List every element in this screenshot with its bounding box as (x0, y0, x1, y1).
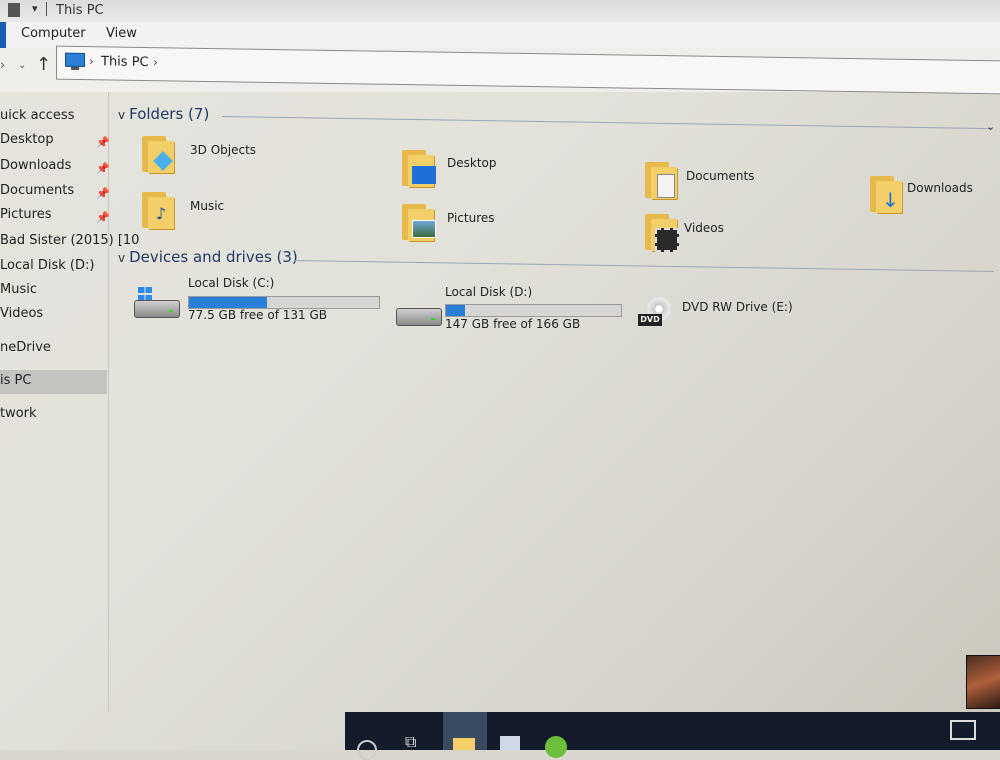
content-pane: v Folders (7) ⌄ 3D Objects Desktop Docume… (110, 92, 1000, 712)
recent-locations-chevron-icon[interactable]: ⌄ (18, 60, 26, 71)
sidebar-item-videos[interactable]: Videos (0, 306, 43, 321)
action-center-icon[interactable] (950, 720, 976, 740)
taskbar: ⧉ (345, 712, 1000, 760)
documents-folder-icon[interactable] (645, 162, 679, 199)
search-icon[interactable] (357, 740, 377, 760)
pictures-folder-icon[interactable] (402, 204, 436, 241)
window-title: This PC (56, 3, 104, 18)
media-thumbnail[interactable] (966, 655, 1000, 709)
videos-folder-icon[interactable] (645, 214, 679, 252)
windows-logo-icon (138, 287, 152, 301)
sidebar-item-network[interactable]: twork (0, 406, 37, 421)
sidebar-item-pictures[interactable]: Pictures (0, 207, 51, 222)
folders-section-header[interactable]: v Folders (7) (118, 105, 209, 123)
downloads-folder-icon[interactable]: ↓ (870, 176, 904, 213)
drive-d-usage-fill (446, 305, 466, 316)
drive-c-usage-fill (189, 297, 267, 308)
quick-access-toolbar-icon[interactable] (8, 3, 20, 17)
folders-heading: Folders (7) (129, 105, 210, 123)
folder-pictures-label[interactable]: Pictures (447, 211, 495, 225)
forward-arrow-icon[interactable]: › (0, 58, 5, 73)
dvd-badge: DVD (638, 314, 662, 326)
drive-d-usage-bar (445, 304, 622, 317)
sidebar-item-desktop[interactable]: Desktop (0, 132, 54, 147)
sidebar-item-documents[interactable]: Documents (0, 183, 74, 198)
chevron-down-icon: v (118, 108, 126, 122)
this-pc-icon (65, 52, 85, 68)
file-explorer-taskbar-button[interactable] (443, 712, 487, 750)
breadcrumb-separator-icon[interactable]: › (89, 54, 94, 68)
store-icon[interactable] (500, 736, 520, 750)
desktop-folder-icon[interactable] (402, 150, 436, 187)
folder-3d-objects-label[interactable]: 3D Objects (190, 143, 256, 157)
drive-c-name[interactable]: Local Disk (C:) (188, 276, 274, 290)
sidebar-item-downloads[interactable]: Downloads (0, 158, 71, 173)
sidebar-item-music[interactable]: Music (0, 282, 37, 297)
folder-videos-label[interactable]: Videos (684, 221, 724, 235)
music-folder-icon[interactable]: ♪ (142, 192, 176, 229)
hard-drive-icon[interactable] (396, 308, 442, 326)
drive-e-name[interactable]: DVD RW Drive (E:) (682, 300, 793, 314)
file-tab[interactable] (0, 22, 6, 48)
drive-c-free-space: 77.5 GB free of 131 GB (188, 308, 327, 322)
tab-view[interactable]: View (106, 26, 137, 41)
tab-computer[interactable]: Computer (21, 26, 86, 41)
ribbon: Computer View (0, 22, 1000, 49)
chevron-down-icon: v (118, 251, 126, 265)
folder-desktop-label[interactable]: Desktop (447, 156, 497, 170)
devices-heading: Devices and drives (3) (129, 248, 298, 266)
pin-icon: 📌 (96, 187, 110, 200)
up-arrow-icon[interactable]: ↑ (36, 54, 51, 75)
customize-toolbar-arrow-icon[interactable]: ▾ (32, 2, 38, 15)
3d-objects-folder-icon[interactable] (142, 136, 176, 173)
navigation-bar: › ⌄ ↑ › This PC › (0, 45, 1000, 95)
utorrent-icon[interactable] (545, 736, 567, 758)
sidebar-item-local-disk-d[interactable]: Local Disk (D:) (0, 258, 94, 273)
section-divider (293, 260, 994, 272)
windows-drive-icon[interactable] (134, 300, 180, 318)
sidebar-item-quick-access[interactable]: uick access (0, 108, 74, 123)
folder-music-label[interactable]: Music (190, 199, 224, 213)
address-bar[interactable]: › This PC › (56, 45, 1000, 95)
breadcrumb-chevron-icon[interactable]: › (153, 55, 158, 69)
task-view-icon[interactable]: ⧉ (405, 732, 433, 758)
folder-documents-label[interactable]: Documents (686, 169, 754, 183)
file-explorer-window: ▾ This PC Computer View › ⌄ ↑ › This PC … (0, 0, 1000, 760)
breadcrumb-this-pc[interactable]: This PC (101, 54, 149, 70)
sidebar-item-onedrive[interactable]: neDrive (0, 340, 51, 355)
dvd-drive-icon[interactable]: DVD (638, 296, 678, 330)
devices-section-header[interactable]: v Devices and drives (3) (118, 248, 298, 266)
title-separator (46, 2, 47, 16)
sidebar-item-this-pc[interactable]: is PC (0, 373, 31, 388)
pin-icon: 📌 (96, 211, 110, 224)
pin-icon: 📌 (96, 136, 110, 149)
pin-icon: 📌 (96, 162, 110, 175)
drive-d-name[interactable]: Local Disk (D:) (445, 285, 532, 299)
title-bar: ▾ This PC (0, 0, 1000, 23)
folder-downloads-label[interactable]: Downloads (907, 181, 973, 195)
navigation-pane: uick access Desktop 📌 Downloads 📌 Docume… (0, 92, 139, 712)
section-divider (221, 116, 992, 130)
drive-d-free-space: 147 GB free of 166 GB (445, 317, 581, 331)
expand-chevron-icon[interactable]: ⌄ (986, 120, 995, 133)
folder-icon (453, 738, 475, 750)
